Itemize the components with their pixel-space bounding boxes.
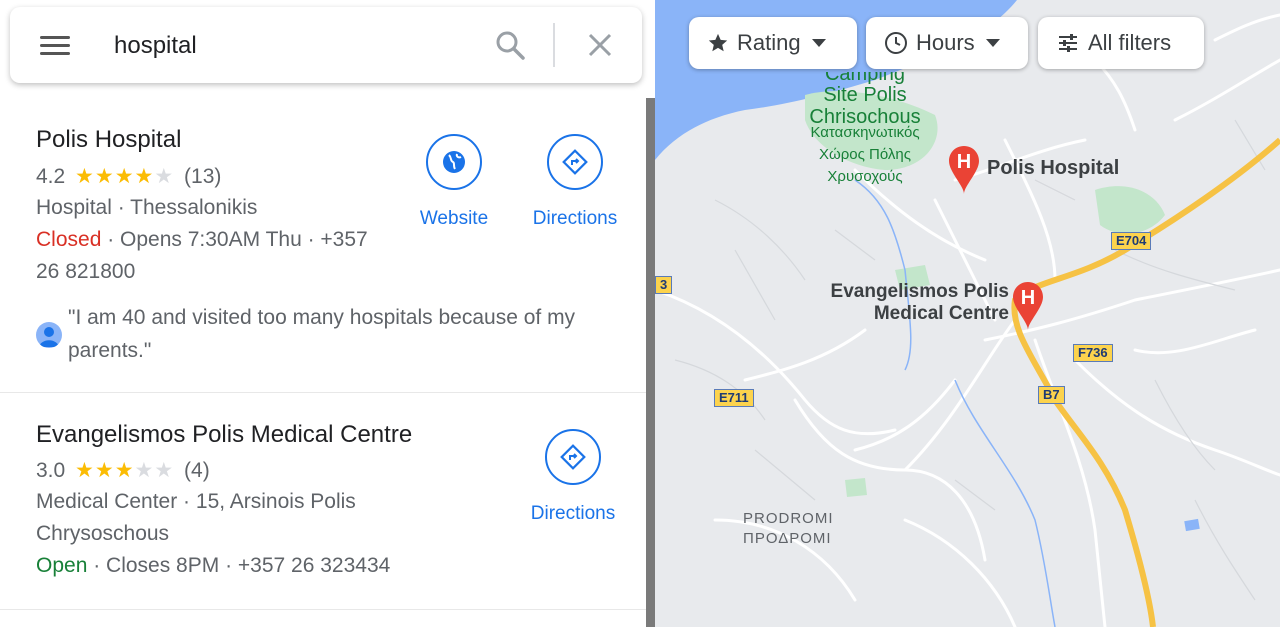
map-label-campsite[interactable]: Camping Site Polis Chrisochous — [800, 72, 930, 128]
rating-value: 3.0 — [36, 459, 66, 482]
directions-button[interactable]: Directions — [528, 134, 622, 230]
prodromi-latin: PRODROMI — [743, 510, 834, 527]
menu-icon[interactable] — [40, 29, 72, 61]
map-label-medical-centre[interactable]: Evangelismos Polis Medical Centre — [815, 281, 1009, 325]
search-input[interactable] — [112, 25, 486, 67]
campsite-greek2: Χώρος Πόλης — [819, 146, 911, 163]
map-label-prodromi: PRODROMI ΠΡΟΔΡΟΜΙ — [743, 509, 834, 549]
status-badge: Closed — [36, 228, 102, 251]
search-box — [10, 7, 642, 83]
road-shield-f736: F736 — [1073, 344, 1113, 362]
medical-line2: Medical Centre — [873, 303, 1009, 324]
result-item-evangelismos[interactable]: Evangelismos Polis Medical Centre 3.0 ★★… — [0, 393, 646, 610]
hospital-marker-icon: H — [1013, 282, 1043, 330]
close-icon[interactable] — [584, 29, 616, 61]
map-canvas[interactable]: Rating Hours All filters Camping Site Po… — [655, 0, 1280, 627]
result-title[interactable]: Polis Hospital — [36, 126, 181, 154]
directions-button[interactable]: Directions — [526, 429, 620, 525]
star-rating-icon: ★★★★★ — [75, 165, 175, 188]
clock-icon — [885, 32, 907, 54]
rating-filter-label: Rating — [737, 30, 801, 55]
campsite-greek1: Κατασκηνωτικός — [810, 124, 920, 141]
result-status-row: Closed · Opens 7:30AM Thu · +357 — [36, 228, 368, 252]
map-label-campsite-greek: Κατασκηνωτικός Χώρος Πόλης Χρυσοχούς — [790, 122, 940, 188]
all-filters-label: All filters — [1088, 30, 1172, 55]
rating-filter-chip[interactable]: Rating — [689, 17, 857, 69]
review-snippet: "I am 40 and visited too many hospitals … — [68, 306, 576, 362]
result-rating-row: 4.2 ★★★★★ (13) — [36, 164, 221, 189]
sliders-icon — [1059, 34, 1077, 52]
chevron-down-icon — [985, 39, 1000, 47]
search-divider — [553, 23, 555, 67]
star-rating-icon: ★★★★★ — [75, 459, 175, 482]
result-title[interactable]: Evangelismos Polis Medical Centre — [36, 421, 412, 449]
review-count[interactable]: (4) — [184, 459, 210, 482]
road-shield-e711: E711 — [714, 389, 754, 407]
map-label-polis-hospital[interactable]: Polis Hospital — [987, 157, 1119, 180]
svg-text:H: H — [1021, 287, 1035, 309]
campsite-line1: Camping — [824, 72, 906, 84]
hours-filter-label: Hours — [916, 30, 975, 55]
rating-value: 4.2 — [36, 165, 66, 188]
website-button[interactable]: Website — [412, 134, 496, 230]
globe-icon — [426, 134, 482, 190]
medical-line1: Evangelismos Polis — [830, 281, 1009, 302]
campsite-greek3: Χρυσοχούς — [827, 168, 903, 185]
result-rating-row: 3.0 ★★★★★ (4) — [36, 458, 210, 483]
status-badge: Open — [36, 554, 88, 577]
panel-scrollbar[interactable] — [646, 98, 655, 627]
directions-icon — [547, 134, 603, 190]
review-count[interactable]: (13) — [184, 165, 221, 188]
hours-filter-chip[interactable]: Hours — [866, 17, 1028, 69]
result-status-row: Open · Closes 8PM · +357 26 323434 — [36, 554, 390, 578]
all-filters-chip[interactable]: All filters — [1038, 17, 1204, 69]
star-icon — [708, 33, 728, 52]
chevron-down-icon — [811, 39, 826, 47]
road-shield-b7: B7 — [1038, 386, 1065, 404]
hospital-marker-icon: H — [949, 146, 979, 194]
road-shield-e704: E704 — [1111, 232, 1152, 250]
directions-label: Directions — [532, 208, 618, 229]
result-address: Chrysoschous — [36, 522, 170, 545]
directions-label: Directions — [530, 503, 616, 524]
result-category: Medical Center · 15, Arsinois Polis — [36, 490, 356, 513]
status-detail: · Closes 8PM · +357 26 323434 — [87, 554, 391, 577]
directions-icon — [545, 429, 601, 485]
result-phone: 26 821800 — [36, 260, 136, 283]
search-icon[interactable] — [494, 29, 526, 61]
prodromi-greek: ΠΡΟΔΡΟΜΙ — [743, 530, 832, 547]
result-item-polis-hospital[interactable]: Polis Hospital 4.2 ★★★★★ (13) Hospital ·… — [0, 98, 646, 393]
result-category: Hospital · Thessalonikis — [36, 196, 258, 219]
avatar — [36, 322, 62, 348]
status-detail: · Opens 7:30AM Thu · +357 — [101, 228, 368, 251]
medical-centre-pin[interactable]: H — [1013, 282, 1043, 335]
hospital-pin[interactable]: H — [949, 146, 979, 199]
svg-text:H: H — [957, 151, 971, 173]
website-label: Website — [419, 208, 489, 229]
campsite-line2: Site Polis — [823, 84, 907, 106]
road-shield-edge: 3 — [655, 276, 673, 294]
results-panel: Polis Hospital 4.2 ★★★★★ (13) Hospital ·… — [0, 0, 646, 627]
